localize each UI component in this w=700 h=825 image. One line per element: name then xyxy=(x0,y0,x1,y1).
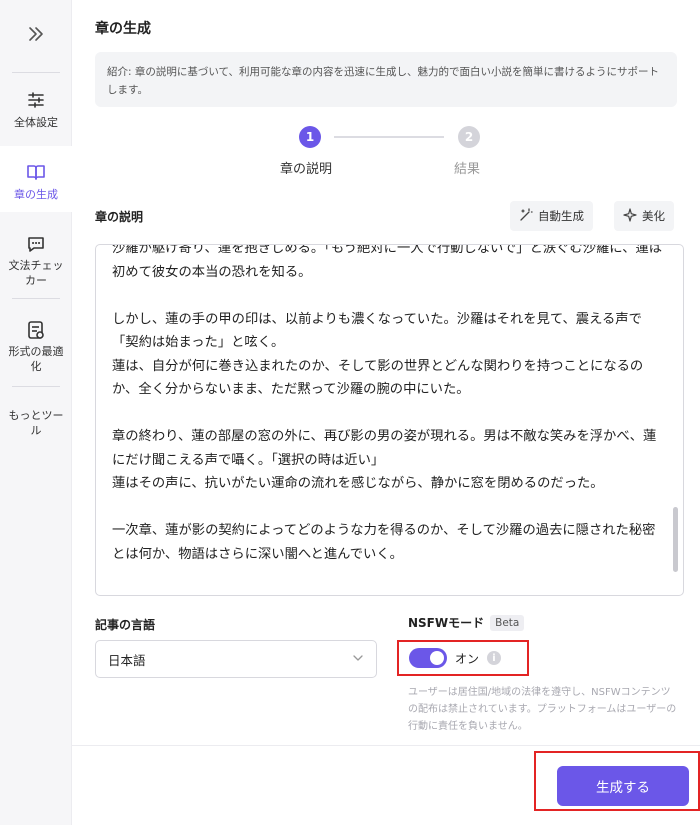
info-icon[interactable]: i xyxy=(487,651,502,665)
book-icon xyxy=(26,160,46,184)
chapter-description-textarea[interactable]: 沙羅が駆け寄り、蓮を抱きしめる。「もう絶対に一人で行動しないで」と涙ぐむ沙羅に、… xyxy=(95,244,684,596)
nsfw-disclaimer: ユーザーは居住国/地域の法律を遵守し、NSFWコンテンツの配布は禁止されています… xyxy=(408,687,677,732)
chapter-description-label: 章の説明 xyxy=(95,210,144,224)
sidebar-item-grammar-checker[interactable]: 文法チェッカー xyxy=(0,232,72,288)
sidebar-item-label: 章の生成 xyxy=(14,188,58,201)
sidebar-item-label: 形式の最適化 xyxy=(8,345,64,373)
expand-sidebar-button[interactable] xyxy=(0,14,72,58)
nsfw-mode-label: NSFWモード Beta xyxy=(408,614,525,631)
article-language-select[interactable]: 日本語 xyxy=(95,640,377,678)
sliders-icon xyxy=(26,88,46,112)
nsfw-toggle-highlight: オン i xyxy=(397,640,529,676)
sidebar-item-chapter-generation[interactable]: 章の生成 xyxy=(0,146,72,212)
chevron-down-icon xyxy=(352,652,364,667)
magic-wand-icon xyxy=(519,207,533,225)
sidebar-item-general-settings[interactable]: 全体設定 xyxy=(0,88,72,136)
nsfw-toggle[interactable] xyxy=(409,648,447,668)
sparkle-icon xyxy=(623,207,637,225)
page-title: 章の生成 xyxy=(95,21,151,37)
main-panel: 章の生成 紹介: 章の説明に基づいて、利用可能な章の内容を迅速に生成し、魅力的で… xyxy=(72,0,700,825)
beautify-button[interactable]: 美化 xyxy=(614,201,674,231)
chapter-description-content: 沙羅が駆け寄り、蓮を抱きしめる。「もう絶対に一人で行動しないで」と涙ぐむ沙羅に、… xyxy=(112,244,663,562)
step-1-label: 章の説明 xyxy=(280,162,333,177)
beta-badge: Beta xyxy=(490,614,525,631)
sidebar-divider xyxy=(12,298,60,299)
intro-text: 紹介: 章の説明に基づいて、利用可能な章の内容を迅速に生成し、魅力的で面白い小説… xyxy=(95,52,677,107)
sidebar-item-label: もっとツール xyxy=(8,409,64,437)
auto-generate-label: 自動生成 xyxy=(538,209,584,223)
step-2-indicator: 2 xyxy=(458,126,480,148)
article-language-label: 記事の言語 xyxy=(95,618,156,632)
sidebar-item-more-tools[interactable]: もっとツール xyxy=(0,408,72,444)
beautify-label: 美化 xyxy=(642,209,665,223)
sidebar-divider xyxy=(12,386,60,387)
step-connector xyxy=(334,136,444,138)
generate-button[interactable]: 生成する xyxy=(557,766,689,806)
double-chevron-right-icon xyxy=(27,24,45,48)
nsfw-mode-title: NSFWモード xyxy=(408,616,485,630)
step-1-indicator: 1 xyxy=(299,126,321,148)
sidebar-item-label: 文法チェッカー xyxy=(8,259,64,287)
auto-generate-button[interactable]: 自動生成 xyxy=(510,201,593,231)
nsfw-toggle-state: オン xyxy=(455,651,480,666)
sidebar-divider xyxy=(12,72,60,73)
footer-divider xyxy=(72,745,700,746)
sidebar-item-label: 全体設定 xyxy=(14,116,58,129)
textarea-scrollbar[interactable] xyxy=(673,507,678,572)
sidebar-item-format-optimization[interactable]: 形式の最適化 xyxy=(0,318,72,374)
sidebar: 全体設定 章の生成 文法チェッカー 形式の最適化 もっとツール xyxy=(0,0,72,825)
format-icon xyxy=(26,318,46,341)
chat-check-icon xyxy=(26,232,46,255)
step-2-label: 結果 xyxy=(454,162,481,177)
language-value: 日本語 xyxy=(108,652,146,668)
